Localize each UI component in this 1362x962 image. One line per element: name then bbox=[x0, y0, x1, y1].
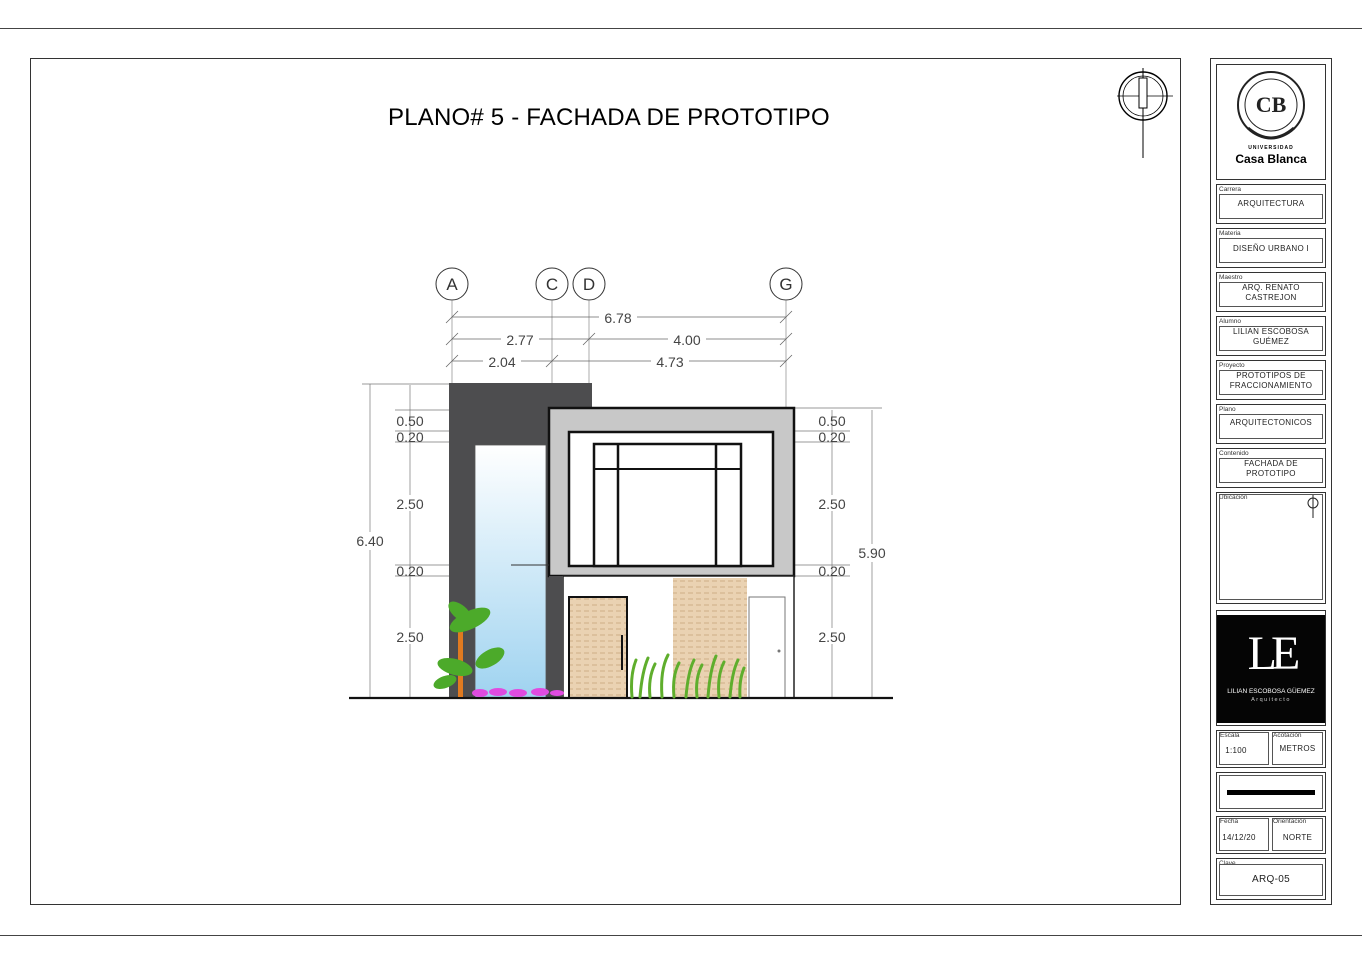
dim-label-left-upper-floor: 2.50 bbox=[396, 496, 423, 512]
field-proyecto-value-2: FRACCIONAMIENTO bbox=[1229, 381, 1313, 390]
upper-window bbox=[592, 442, 743, 568]
dim-label-right-ground-floor: 2.50 bbox=[818, 629, 845, 645]
field-alumno-value-2: GUÉMEZ bbox=[1252, 337, 1290, 346]
field-carrera-caption: Carrera bbox=[1219, 186, 1242, 193]
field-acotacion-caption: Acotación bbox=[1273, 732, 1302, 739]
dim-label-left-slab-top: 0.20 bbox=[396, 429, 423, 445]
brand-initials: LE bbox=[1247, 627, 1301, 680]
logo-top-text: UNIVERSIDAD bbox=[1248, 145, 1294, 151]
dim-label-d-g: 4.00 bbox=[673, 332, 700, 348]
field-orientacion-caption: Orientación bbox=[1273, 818, 1307, 825]
field-proyecto-value-1: PROTOTIPOS DE bbox=[1236, 371, 1306, 380]
dim-label-left-parapet: 0.50 bbox=[396, 413, 423, 429]
field-maestro-value-2: CASTREJON bbox=[1245, 293, 1297, 302]
field-alumno-value-1: LILIAN ESCOBOSA bbox=[1232, 327, 1310, 336]
dim-label-total-height-right: 5.90 bbox=[858, 545, 885, 561]
field-contenido-value-2: PROTOTIPO bbox=[1246, 469, 1296, 478]
field-escala-value: 1:100 bbox=[1225, 746, 1247, 755]
dim-label-a-d: 2.77 bbox=[506, 332, 533, 348]
dim-label-total-width: 6.78 bbox=[604, 310, 631, 326]
field-maestro-value-1: ARQ. RENATO bbox=[1242, 283, 1300, 292]
field-proyecto-caption: Proyecto bbox=[1219, 362, 1245, 369]
field-acotacion-value: METROS bbox=[1279, 744, 1316, 753]
facade-drawing: A C D G 6.78 2.77 4.00 2.04 4.73 6.40 5.… bbox=[349, 68, 1173, 700]
north-arrow-icon bbox=[1117, 68, 1173, 158]
field-orientacion-value: NORTE bbox=[1282, 833, 1313, 842]
graphic-scale-bar bbox=[1227, 790, 1315, 795]
dim-label-right-slab-mid: 0.20 bbox=[818, 563, 845, 579]
field-contenido-caption: Contenido bbox=[1219, 450, 1249, 457]
field-materia-value: DISEÑO URBANO I bbox=[1232, 244, 1310, 253]
field-contenido-value-1: FACHADA DE bbox=[1244, 459, 1298, 468]
dim-label-right-slab-top: 0.20 bbox=[818, 429, 845, 445]
field-carrera-value: ARQUITECTURA bbox=[1237, 199, 1305, 208]
field-escala-caption: Escala bbox=[1220, 732, 1240, 739]
field-fecha-value: 14/12/20 bbox=[1222, 833, 1256, 842]
brand-name: LILIAN ESCOBOSA GÜEMEZ bbox=[1227, 688, 1315, 695]
field-plano-value: ARQUITECTONICOS bbox=[1229, 418, 1313, 427]
dim-label-c-g: 4.73 bbox=[656, 354, 683, 370]
entry-door bbox=[568, 596, 628, 699]
field-clave-value: ARQ-05 bbox=[1252, 874, 1290, 885]
side-door bbox=[748, 596, 786, 699]
field-maestro-caption: Maestro bbox=[1219, 274, 1243, 281]
dim-label-total-height-left: 6.40 bbox=[356, 533, 383, 549]
axis-label-a: A bbox=[446, 275, 458, 294]
field-plano-caption: Plano bbox=[1219, 406, 1236, 413]
field-fecha-caption: Fecha bbox=[1220, 818, 1239, 825]
dim-label-a-c: 2.04 bbox=[488, 354, 515, 370]
field-alumno-caption: Alumno bbox=[1219, 318, 1242, 325]
logo-name: Casa Blanca bbox=[1235, 152, 1307, 166]
dim-label-left-ground-floor: 2.50 bbox=[396, 629, 423, 645]
dim-label-right-upper-floor: 2.50 bbox=[818, 496, 845, 512]
field-materia-caption: Materia bbox=[1219, 230, 1241, 237]
axis-label-c: C bbox=[546, 275, 558, 294]
dim-label-left-slab-mid: 0.20 bbox=[396, 563, 423, 579]
dim-label-right-parapet: 0.50 bbox=[818, 413, 845, 429]
axis-label-g: G bbox=[779, 275, 792, 294]
axis-label-d: D bbox=[583, 275, 595, 294]
brand-role: Arquitecto bbox=[1251, 697, 1291, 703]
